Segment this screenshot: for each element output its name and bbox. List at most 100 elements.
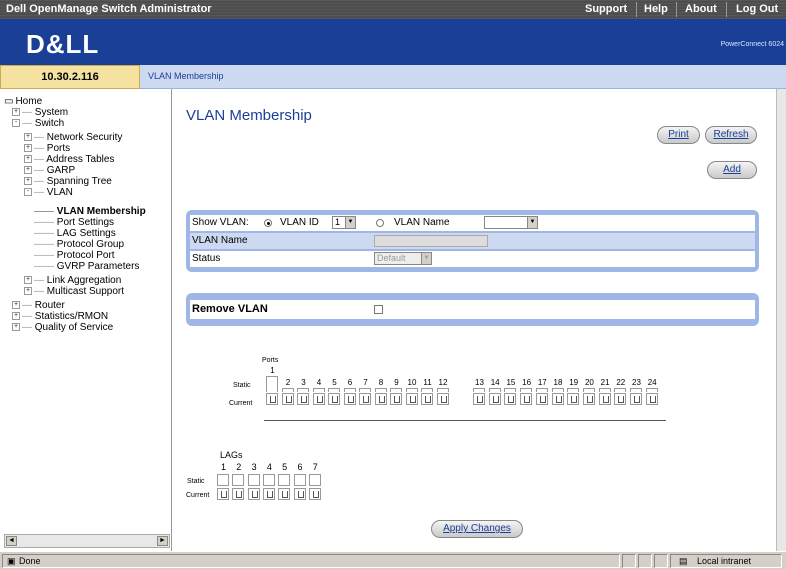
- lag-static-cell[interactable]: [247, 474, 260, 486]
- expand-icon[interactable]: +: [12, 301, 20, 310]
- print-button[interactable]: Print: [657, 126, 700, 144]
- tree-item[interactable]: —— GVRP Parameters: [34, 261, 139, 272]
- lag-static-cell[interactable]: [293, 474, 306, 486]
- port-number: 16: [522, 378, 532, 387]
- port-static-cell[interactable]: [328, 388, 340, 392]
- lag-static-cell[interactable]: [217, 474, 229, 486]
- refresh-button[interactable]: Refresh: [705, 126, 757, 144]
- expand-icon[interactable]: +: [12, 312, 20, 321]
- tree-item[interactable]: —— Port Settings: [34, 217, 114, 228]
- tree-item[interactable]: —— Protocol Group: [34, 239, 124, 250]
- port-static-cell[interactable]: [567, 388, 580, 392]
- tree-item[interactable]: + — Quality of Service: [12, 322, 113, 333]
- port-static-cell[interactable]: [281, 388, 294, 392]
- help-link[interactable]: Help: [644, 3, 668, 15]
- remove-vlan-row: Remove VLAN: [190, 300, 755, 319]
- port-static-cell[interactable]: [551, 388, 564, 392]
- ports-static-label: Static: [233, 382, 251, 389]
- tree-item[interactable]: —— LAG Settings: [34, 228, 116, 239]
- page-vertical-scrollbar[interactable]: [776, 89, 786, 551]
- port-static-cell[interactable]: [520, 388, 533, 392]
- port-current-cell: [614, 393, 627, 405]
- tree-item[interactable]: + — Spanning Tree: [24, 176, 112, 187]
- port-static-cell[interactable]: [405, 388, 418, 392]
- apply-changes-button[interactable]: Apply Changes: [431, 520, 523, 538]
- ports-divider: [264, 420, 666, 421]
- port-static-cell[interactable]: [436, 388, 449, 392]
- expand-icon[interactable]: +: [24, 144, 32, 153]
- status-row: Status Default ▼: [190, 251, 755, 267]
- divider: [726, 2, 727, 17]
- tree-item[interactable]: - — VLAN: [24, 187, 73, 198]
- lag-static-cell[interactable]: [308, 474, 321, 486]
- about-link[interactable]: About: [685, 3, 717, 15]
- expand-icon[interactable]: +: [12, 108, 20, 117]
- lag-current-cell: [262, 488, 275, 500]
- port-static-cell[interactable]: [598, 388, 611, 392]
- lag-static-cell[interactable]: [262, 474, 275, 486]
- port-static-cell[interactable]: [645, 388, 658, 392]
- collapse-icon[interactable]: -: [12, 119, 20, 128]
- status-cell: [622, 554, 636, 568]
- tree-item[interactable]: + — Ports: [24, 143, 70, 154]
- scroll-left-icon[interactable]: ◄: [6, 536, 17, 546]
- status-select[interactable]: Default ▼: [374, 252, 432, 265]
- vlan-id-select[interactable]: 1 ▼: [332, 216, 356, 229]
- vlan-id-radio[interactable]: [264, 219, 272, 227]
- tree-item[interactable]: + — Network Security: [24, 132, 122, 143]
- add-button[interactable]: Add: [707, 161, 757, 179]
- expand-icon[interactable]: +: [24, 133, 32, 142]
- tree-item[interactable]: + — GARP: [24, 165, 75, 176]
- port-static-cell[interactable]: [312, 388, 325, 392]
- home-icon: ▭: [4, 96, 14, 107]
- lag-static-cell[interactable]: [278, 474, 291, 486]
- tree-item[interactable]: + — System: [12, 107, 68, 118]
- logout-link[interactable]: Log Out: [736, 3, 778, 15]
- lag-static-cell[interactable]: [232, 474, 245, 486]
- port-static-cell[interactable]: [582, 388, 595, 392]
- port-static-cell[interactable]: [359, 388, 371, 392]
- show-vlan-panel: Show VLAN: VLAN ID 1 ▼ VLAN Name ▼ VLAN …: [186, 210, 759, 272]
- tree-item[interactable]: + — Link Aggregation: [24, 275, 121, 286]
- port-static-cell[interactable]: [535, 388, 548, 392]
- expand-icon[interactable]: +: [24, 166, 32, 175]
- tree-item[interactable]: + — Multicast Support: [24, 286, 124, 297]
- tree-item-label: GARP: [46, 165, 76, 176]
- expand-icon[interactable]: +: [24, 155, 32, 164]
- support-link[interactable]: Support: [585, 3, 627, 15]
- scroll-right-icon[interactable]: ►: [157, 536, 168, 546]
- port-static-cell[interactable]: [343, 388, 356, 392]
- port-static-cell[interactable]: [614, 388, 627, 392]
- tree-item[interactable]: + — Statistics/RMON: [12, 311, 108, 322]
- expand-icon[interactable]: +: [12, 323, 20, 332]
- vlan-name-field[interactable]: [374, 235, 488, 247]
- tree-item[interactable]: ▭ Home: [4, 96, 42, 107]
- tree-item[interactable]: + — Address Tables: [24, 154, 114, 165]
- tree-item[interactable]: —— VLAN Membership: [34, 206, 146, 217]
- remove-vlan-checkbox[interactable]: [374, 305, 383, 314]
- port-static-cell[interactable]: [374, 388, 387, 392]
- port-current-cell: [343, 393, 356, 405]
- port-static-cell[interactable]: [630, 388, 642, 392]
- expand-icon[interactable]: +: [24, 287, 32, 296]
- port-static-cell[interactable]: [473, 388, 485, 392]
- collapse-icon[interactable]: -: [24, 188, 32, 197]
- port-static-cell[interactable]: [266, 376, 278, 392]
- port-static-cell[interactable]: [421, 388, 433, 392]
- port-static-cell[interactable]: [488, 388, 501, 392]
- vlan-name-radio[interactable]: [376, 219, 384, 227]
- expand-icon[interactable]: +: [24, 276, 32, 285]
- vlan-name-select[interactable]: ▼: [484, 216, 538, 229]
- port-static-cell[interactable]: [297, 388, 309, 392]
- tree-item-label: VLAN Membership: [56, 206, 146, 217]
- tree-item[interactable]: + — Router: [12, 300, 65, 311]
- tree-horizontal-scrollbar[interactable]: ◄ ►: [4, 534, 170, 548]
- tree-item[interactable]: —— Protocol Port: [34, 250, 115, 261]
- port-static-cell[interactable]: [504, 388, 517, 392]
- lags-caption: LAGs: [220, 450, 243, 460]
- expand-icon[interactable]: +: [24, 177, 32, 186]
- tree-connector: ——: [34, 217, 57, 228]
- port-static-cell[interactable]: [390, 388, 402, 392]
- tree-item[interactable]: - — Switch: [12, 118, 64, 129]
- tree-connector: —: [22, 107, 35, 118]
